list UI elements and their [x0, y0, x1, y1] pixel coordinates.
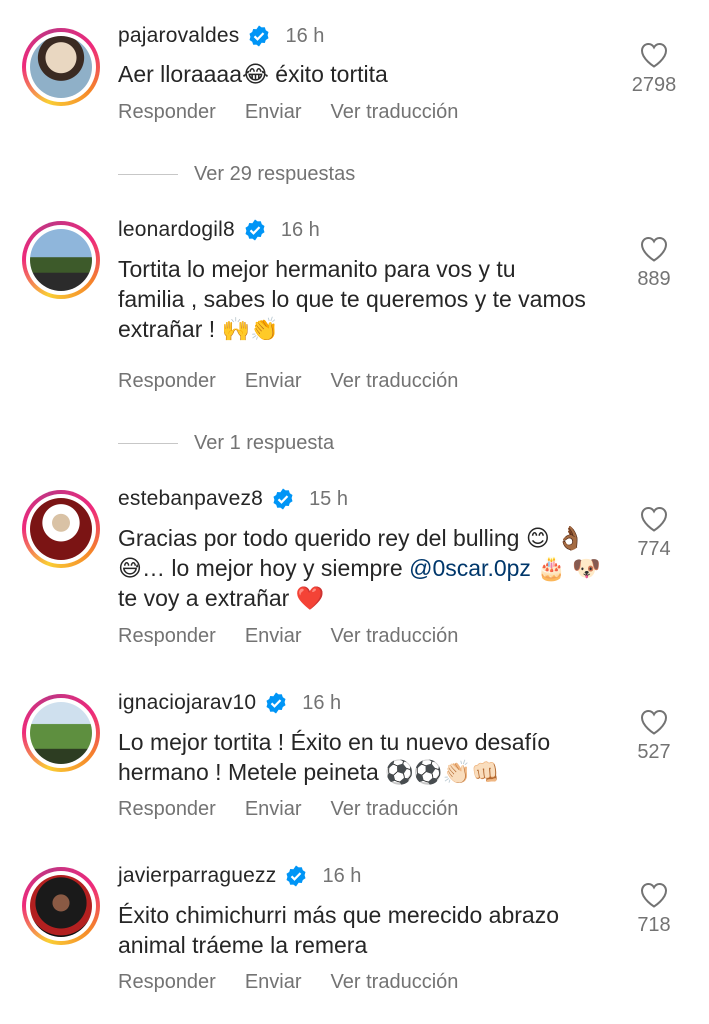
reply-button[interactable]: Responder — [118, 370, 216, 393]
comment-text: Gracias por todo querido rey del bulling… — [118, 523, 608, 613]
send-button[interactable]: Enviar — [245, 101, 302, 124]
timestamp: 16 h — [280, 218, 320, 241]
view-replies-label: Ver 1 respuesta — [194, 432, 335, 454]
send-button[interactable]: Enviar — [245, 370, 302, 393]
verified-badge-icon — [273, 488, 293, 510]
divider — [118, 443, 178, 444]
divider — [118, 174, 178, 175]
send-button[interactable]: Enviar — [245, 971, 302, 994]
translate-button[interactable]: Ver traducción — [331, 370, 459, 393]
comment-text: Aer lloraaaa😂 éxito tortita — [118, 61, 388, 87]
username[interactable]: leonardogil8 — [118, 218, 235, 242]
avatar — [30, 229, 92, 291]
translate-button[interactable]: Ver traducción — [331, 625, 459, 648]
translate-button[interactable]: Ver traducción — [331, 798, 459, 821]
like-count: 774 — [637, 538, 671, 560]
verified-badge-icon — [245, 219, 265, 241]
like-count: 718 — [637, 914, 671, 936]
reply-button[interactable]: Responder — [118, 798, 216, 821]
verified-badge-icon — [249, 25, 269, 47]
view-replies-label: Ver 29 respuestas — [194, 163, 356, 185]
avatar-story-ring[interactable] — [22, 221, 100, 299]
like-count: 889 — [637, 268, 671, 290]
send-button[interactable]: Enviar — [245, 625, 302, 648]
translate-button[interactable]: Ver traducción — [331, 971, 459, 994]
timestamp: 16 h — [322, 864, 362, 887]
verified-badge-icon — [266, 692, 286, 714]
view-replies-button[interactable]: Ver 29 respuestas — [118, 163, 355, 186]
translate-button[interactable]: Ver traducción — [331, 101, 459, 124]
mention-link[interactable]: @0scar.0pz — [409, 555, 531, 581]
send-button[interactable]: Enviar — [245, 798, 302, 821]
heart-icon[interactable] — [640, 42, 668, 68]
heart-icon[interactable] — [640, 709, 668, 735]
avatar — [30, 875, 92, 937]
avatar-story-ring[interactable] — [22, 28, 100, 106]
username[interactable]: pajarovaldes — [118, 24, 239, 48]
like-count: 527 — [637, 741, 671, 763]
avatar-story-ring[interactable] — [22, 490, 100, 568]
comment-text: Lo mejor tortita ! Éxito en tu nuevo des… — [118, 729, 551, 785]
timestamp: 16 h — [285, 24, 325, 47]
like-count: 2798 — [631, 74, 677, 96]
avatar-story-ring[interactable] — [22, 694, 100, 772]
timestamp: 16 h — [302, 691, 342, 714]
comment-text: Tortita lo mejor hermanito para vos y tu… — [118, 256, 586, 342]
reply-button[interactable]: Responder — [118, 625, 216, 648]
avatar — [30, 498, 92, 560]
username[interactable]: ignaciojarav10 — [118, 691, 256, 715]
reply-button[interactable]: Responder — [118, 101, 216, 124]
avatar — [30, 36, 92, 98]
avatar-story-ring[interactable] — [22, 867, 100, 945]
timestamp: 15 h — [309, 487, 348, 510]
username[interactable]: estebanpavez8 — [118, 487, 263, 511]
avatar — [30, 702, 92, 764]
heart-icon[interactable] — [640, 236, 668, 262]
comment-text: Éxito chimichurri más que merecido abraz… — [118, 902, 560, 958]
reply-button[interactable]: Responder — [118, 971, 216, 994]
username[interactable]: javierparraguezz — [118, 864, 276, 888]
verified-badge-icon — [286, 865, 306, 887]
heart-icon[interactable] — [640, 882, 668, 908]
heart-icon[interactable] — [640, 506, 668, 532]
view-replies-button[interactable]: Ver 1 respuesta — [118, 432, 334, 455]
